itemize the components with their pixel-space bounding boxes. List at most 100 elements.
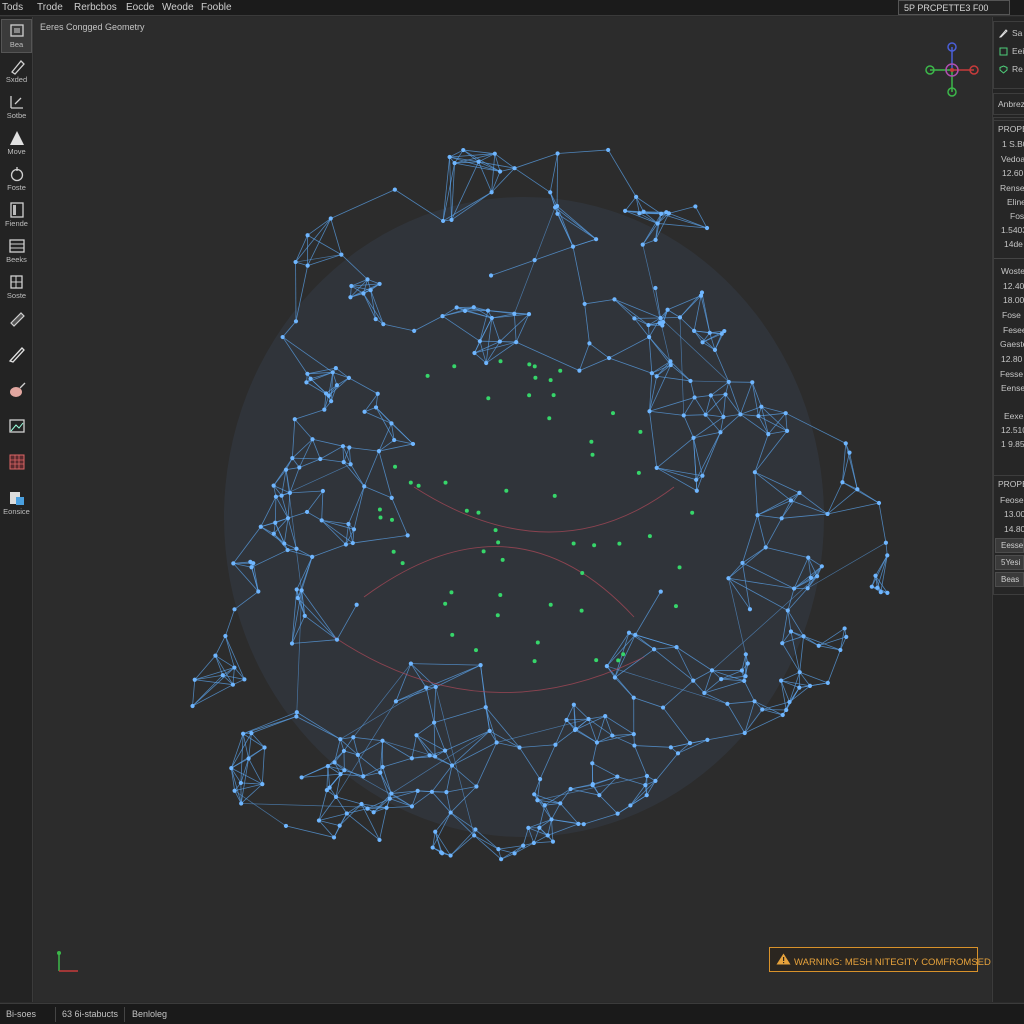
mesh-vertex[interactable] [347, 445, 352, 450]
mesh-vertex[interactable] [787, 699, 792, 705]
mesh-vertex[interactable] [668, 362, 673, 368]
inner-vertex[interactable] [425, 373, 430, 378]
mesh-vertex[interactable] [304, 380, 309, 385]
mesh-vertex[interactable] [348, 295, 353, 300]
mesh-vertex[interactable] [590, 761, 595, 766]
menu-mode-2[interactable]: Weode [162, 2, 194, 13]
rp-prop2-10[interactable]: 12.510 [1001, 425, 1024, 435]
mesh-vertex[interactable] [373, 316, 378, 322]
rp-button-3[interactable]: Beas [995, 572, 1024, 587]
mesh-vertex[interactable] [324, 788, 329, 793]
mesh-vertex[interactable] [320, 488, 325, 494]
mesh-vertex[interactable] [282, 541, 287, 546]
mesh-vertex[interactable] [471, 305, 476, 310]
inner-vertex[interactable] [498, 593, 503, 598]
mesh-vertex[interactable] [564, 717, 569, 723]
mesh-vertex[interactable] [752, 470, 757, 475]
mesh-vertex[interactable] [876, 500, 882, 506]
mesh-vertex[interactable] [334, 383, 340, 388]
mesh-vertex[interactable] [249, 565, 254, 570]
mesh-vertex[interactable] [783, 411, 788, 416]
mesh-vertex[interactable] [658, 589, 663, 594]
mesh-vertex[interactable] [558, 801, 563, 806]
mesh-vertex[interactable] [299, 775, 304, 780]
rp-prop3-2[interactable]: 14.80 [1004, 524, 1024, 534]
mesh-vertex[interactable] [628, 803, 633, 808]
mesh-vertex[interactable] [847, 450, 852, 455]
mesh-vertex[interactable] [472, 833, 477, 838]
mesh-vertex[interactable] [361, 291, 366, 296]
mesh-vertex[interactable] [350, 540, 355, 546]
mesh-vertex[interactable] [788, 498, 794, 503]
mesh-vertex[interactable] [340, 444, 346, 449]
rp-prop-2[interactable]: 12.60 [1002, 168, 1023, 178]
rp-prop2-1[interactable]: 12.40 [1003, 281, 1024, 291]
mesh-vertex[interactable] [389, 421, 394, 426]
mesh-vertex[interactable] [537, 825, 542, 830]
mesh-vertex[interactable] [449, 763, 455, 768]
mesh-vertex[interactable] [346, 521, 351, 527]
mesh-vertex[interactable] [677, 315, 683, 320]
mesh-vertex[interactable] [604, 664, 609, 669]
rp-prop-6[interactable]: 1.5403 [1001, 225, 1024, 235]
mesh-vertex[interactable] [512, 851, 517, 856]
mesh-vertex[interactable] [285, 547, 290, 553]
mesh-vertex[interactable] [512, 166, 517, 171]
mesh-vertex[interactable] [262, 745, 267, 750]
mesh-vertex[interactable] [331, 835, 337, 840]
mesh-vertex[interactable] [329, 399, 334, 404]
mesh-vertex[interactable] [302, 613, 307, 618]
mesh-vertex[interactable] [448, 853, 453, 858]
mesh-vertex[interactable] [514, 340, 519, 345]
mesh-vertex[interactable] [433, 829, 438, 834]
inner-vertex[interactable] [533, 375, 538, 380]
mesh-vertex[interactable] [571, 702, 576, 707]
mesh-vertex[interactable] [293, 319, 299, 324]
mesh-vertex[interactable] [361, 774, 366, 779]
inner-vertex[interactable] [473, 648, 478, 653]
mesh-vertex[interactable] [229, 766, 234, 771]
mesh-vertex[interactable] [549, 817, 554, 822]
mesh-vertex[interactable] [292, 417, 297, 422]
mesh-vertex[interactable] [492, 151, 497, 156]
mesh-vertex[interactable] [349, 283, 354, 289]
rp-tool-item-1[interactable]: Sa [999, 28, 1022, 38]
mesh-vertex[interactable] [410, 441, 416, 447]
mesh-vertex[interactable] [719, 677, 724, 682]
mesh-vertex[interactable] [590, 783, 595, 788]
mesh-vertex[interactable] [310, 437, 315, 442]
inner-vertex[interactable] [647, 534, 652, 539]
mesh-vertex[interactable] [517, 745, 522, 750]
mesh-vertex[interactable] [405, 533, 410, 538]
mesh-vertex[interactable] [375, 391, 380, 396]
mesh-vertex[interactable] [632, 743, 637, 748]
mesh-vertex[interactable] [473, 827, 478, 832]
mesh-vertex[interactable] [362, 409, 367, 414]
mesh-vertex[interactable] [740, 560, 745, 566]
inner-vertex[interactable] [636, 470, 641, 475]
mesh-vertex[interactable] [332, 760, 337, 765]
rp-prop3-1[interactable]: 13.00 [1004, 509, 1024, 519]
mesh-vertex[interactable] [487, 728, 492, 734]
mesh-vertex[interactable] [496, 847, 501, 852]
inner-vertex[interactable] [552, 493, 557, 498]
mesh-vertex[interactable] [641, 209, 646, 214]
mesh-vertex[interactable] [653, 285, 658, 291]
mesh-vertex[interactable] [668, 359, 673, 364]
mesh-vertex[interactable] [328, 216, 333, 221]
mesh-vertex[interactable] [631, 695, 636, 700]
mesh-vertex[interactable] [709, 668, 715, 673]
mesh-vertex[interactable] [477, 339, 482, 344]
mesh-vertex[interactable] [581, 822, 586, 827]
mesh-vertex[interactable] [432, 720, 437, 725]
tool-checker[interactable] [1, 451, 32, 485]
inner-vertex[interactable] [443, 480, 448, 485]
mesh-vertex[interactable] [190, 703, 195, 709]
inner-vertex[interactable] [449, 590, 454, 595]
mesh-vertex[interactable] [330, 370, 335, 375]
inner-vertex[interactable] [390, 517, 395, 522]
rp-prop2-11[interactable]: 1 9.85 [1001, 439, 1024, 449]
mesh-vertex[interactable] [293, 259, 298, 265]
inner-vertex[interactable] [504, 488, 509, 493]
mesh-vertex[interactable] [348, 462, 353, 467]
